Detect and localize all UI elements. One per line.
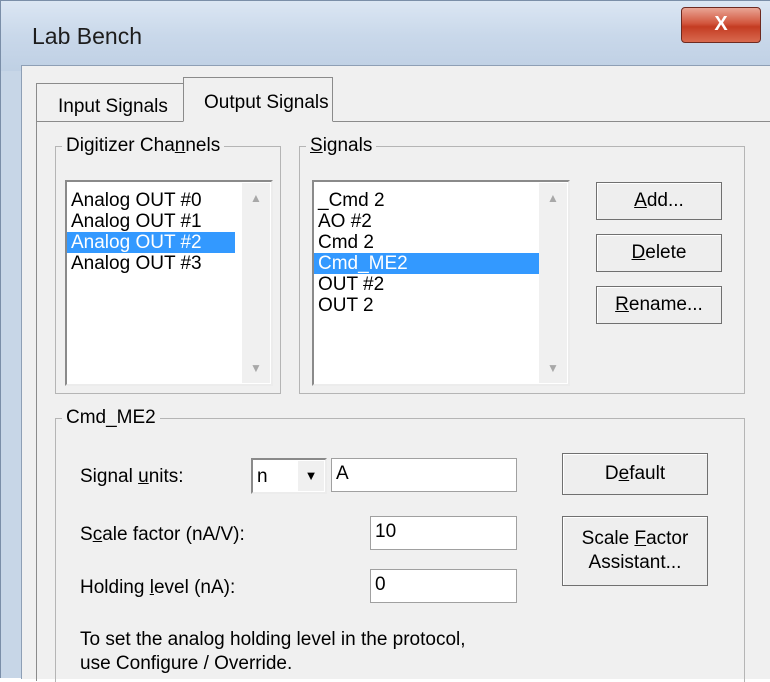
tab-input-signals[interactable]: Input Signals xyxy=(36,83,184,122)
scale-factor-assistant-button[interactable]: Scale Factor Assistant... xyxy=(562,516,708,586)
signal-list[interactable]: _Cmd 2 AO #2 Cmd 2 Cmd_ME2 OUT #2 OUT 2 … xyxy=(312,180,570,386)
signal-units-input[interactable]: A xyxy=(331,458,517,492)
group-title: Cmd_ME2 xyxy=(62,407,160,429)
tab-label: Input Signals xyxy=(58,96,168,117)
list-item-selected[interactable]: Cmd_ME2 xyxy=(314,253,542,274)
chevron-down-icon[interactable]: ▼ xyxy=(298,461,324,491)
list-item[interactable]: _Cmd 2 xyxy=(318,190,538,211)
channel-list[interactable]: Analog OUT #0 Analog OUT #1 Analog OUT #… xyxy=(65,180,273,386)
list-item[interactable]: AO #2 xyxy=(318,211,538,232)
signal-units-label: Signal units: xyxy=(80,466,184,487)
scroll-down-icon[interactable]: ▼ xyxy=(242,361,270,375)
signals-group: Signals _Cmd 2 AO #2 Cmd 2 Cmd_ME2 OUT #… xyxy=(299,135,745,394)
list-item[interactable]: Cmd 2 xyxy=(318,232,538,253)
title-bar[interactable]: Lab Bench X xyxy=(1,1,770,71)
digitizer-channels-group: Digitizer Channels Analog OUT #0 Analog … xyxy=(55,135,281,394)
list-item-selected[interactable]: Analog OUT #2 xyxy=(67,232,235,253)
scroll-up-icon[interactable]: ▲ xyxy=(539,191,567,205)
tab-output-signals[interactable]: Output Signals xyxy=(183,77,333,122)
close-button[interactable]: X xyxy=(681,7,761,43)
list-item[interactable]: Analog OUT #1 xyxy=(71,211,217,232)
add-button[interactable]: Add... xyxy=(596,182,722,220)
units-prefix-dropdown[interactable]: n ▼ xyxy=(251,458,327,494)
dialog-window: Lab Bench X Input Signals Digitizer Chan… xyxy=(0,0,770,682)
scale-factor-input[interactable]: 10 xyxy=(370,516,517,550)
rename-button[interactable]: Rename... xyxy=(596,286,722,324)
window-title: Lab Bench xyxy=(32,23,142,49)
scroll-down-icon[interactable]: ▼ xyxy=(539,361,567,375)
list-item[interactable]: OUT 2 xyxy=(318,295,538,316)
channel-list-scrollbar[interactable]: ▲ ▼ xyxy=(242,183,270,383)
holding-level-label: Holding level (nA): xyxy=(80,577,236,598)
delete-button[interactable]: Delete xyxy=(596,234,722,272)
units-prefix-value: n xyxy=(257,466,268,487)
close-icon: X xyxy=(714,13,728,35)
default-button[interactable]: Default xyxy=(562,453,708,495)
list-item[interactable]: Analog OUT #3 xyxy=(71,253,217,274)
signal-settings-group: Cmd_ME2 Signal units: n ▼ A Scale factor… xyxy=(55,407,745,682)
button-label-line2: Assistant... xyxy=(588,552,682,573)
button-label-line1: Scale Factor xyxy=(581,528,689,549)
group-title: Digitizer Channels xyxy=(62,135,225,157)
holding-level-note: To set the analog holding level in the p… xyxy=(80,629,466,674)
signal-list-scrollbar[interactable]: ▲ ▼ xyxy=(539,183,567,383)
holding-level-input[interactable]: 0 xyxy=(370,569,517,603)
tab-page-output-signals: Digitizer Channels Analog OUT #0 Analog … xyxy=(36,121,770,682)
scroll-up-icon[interactable]: ▲ xyxy=(242,191,270,205)
list-item[interactable]: Analog OUT #0 xyxy=(71,190,217,211)
scale-factor-label: Scale factor (nA/V): xyxy=(80,524,245,545)
tab-label: Output Signals xyxy=(204,92,329,113)
group-title: Signals xyxy=(306,135,377,157)
dialog-client: Input Signals Digitizer Channels Analog … xyxy=(21,65,770,682)
list-item[interactable]: OUT #2 xyxy=(318,274,538,295)
